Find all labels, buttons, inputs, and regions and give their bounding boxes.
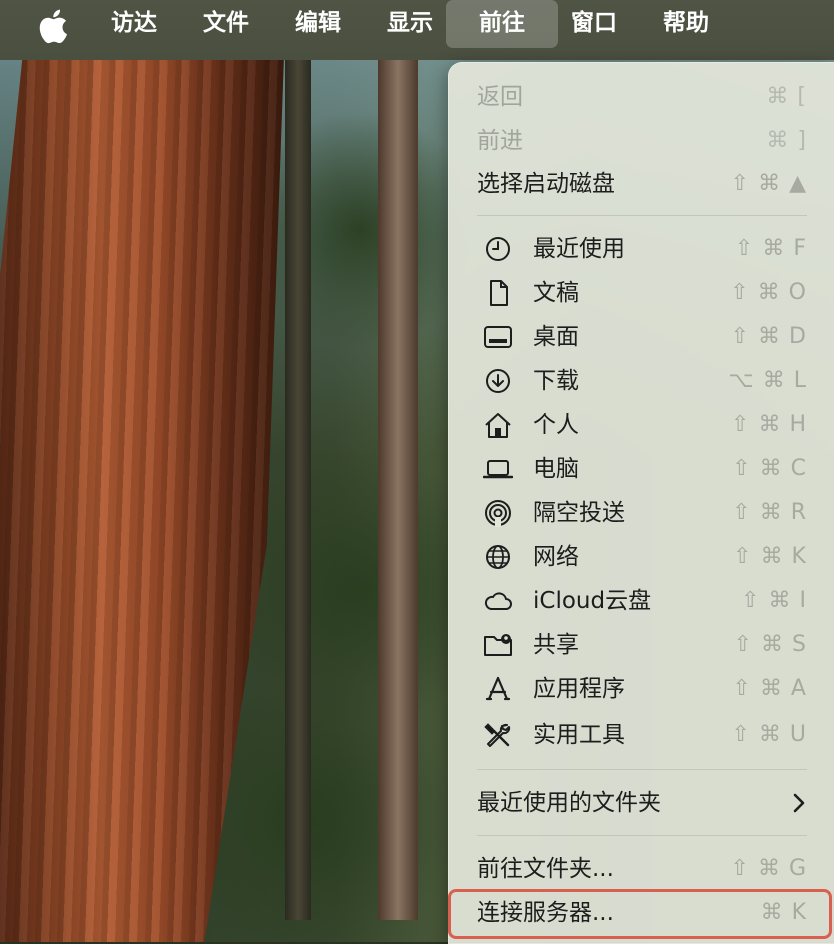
menu-item-applications[interactable]: 应用程序 ⇧ ⌘ A [449,667,834,711]
clock-icon [483,235,513,263]
menu-item-label: 最近使用的文件夹 [477,790,661,816]
menu-separator [477,835,807,836]
menu-file[interactable]: 文件 [200,0,252,48]
menu-item-label: 前往文件夹... [477,856,614,882]
menu-item-shortcut: ⇧ ⌘ H [731,412,807,437]
menu-item-go-to-folder[interactable]: 前往文件夹... ⇧ ⌘ G [449,847,834,891]
menu-item-shortcut: ⇧ ⌘ S [733,632,807,657]
menu-item-label: 前进 [477,128,523,154]
menu-item-shortcut: ⇧ ⌘ I [741,588,807,613]
menu-item-computer[interactable]: 电脑 ⇧ ⌘ C [449,447,834,491]
menu-item-recent-folders[interactable]: 最近使用的文件夹 [449,781,834,825]
applications-icon [483,675,513,703]
menu-edit[interactable]: 编辑 [292,0,344,48]
menu-item-shortcut: ⌥ ⌘ L [728,368,807,393]
desktop-icon [483,323,513,351]
menu-separator [477,215,807,216]
menu-item-select-startup-disk[interactable]: 选择启动磁盘 ⇧ ⌘ ▲ [449,162,834,206]
menu-item-shortcut: ⇧ ⌘ F [734,236,807,261]
apple-logo-icon[interactable] [38,6,72,46]
menu-item-label: 共享 [533,632,579,658]
chevron-right-icon [793,792,805,814]
menu-item-icloud-drive[interactable]: iCloud云盘 ⇧ ⌘ I [449,579,834,623]
airdrop-icon [483,499,513,527]
menu-item-shortcut: ⌘ ] [766,128,807,153]
menu-item-shortcut: ⇧ ⌘ R [732,500,807,525]
menu-item-shortcut: ⇧ ⌘ O [730,280,807,305]
menu-item-home[interactable]: 个人 ⇧ ⌘ H [449,403,834,447]
utilities-icon [483,721,513,749]
menu-item-label: 桌面 [533,324,579,350]
menu-bar: 访达 文件 编辑 显示 前往 窗口 帮助 [0,0,834,60]
menu-item-label: 应用程序 [533,676,625,702]
menu-finder[interactable]: 访达 [108,0,160,48]
menu-item-utilities[interactable]: 实用工具 ⇧ ⌘ U [449,713,834,757]
laptop-icon [482,455,514,483]
menu-item-documents[interactable]: 文稿 ⇧ ⌘ O [449,271,834,315]
menu-item-shortcut: ⌘ [ [766,84,807,109]
menu-item-airdrop[interactable]: 隔空投送 ⇧ ⌘ R [449,491,834,535]
menu-window[interactable]: 窗口 [568,0,620,48]
menu-item-recents[interactable]: 最近使用 ⇧ ⌘ F [449,227,834,271]
cloud-icon [483,587,513,615]
menu-item-forward[interactable]: 前进 ⌘ ] [449,119,834,163]
download-icon [483,367,513,395]
menu-item-label: 个人 [533,412,579,438]
menu-item-label: 网络 [533,544,579,570]
menu-item-label: 电脑 [533,456,579,482]
menu-item-shortcut: ⇧ ⌘ G [730,856,807,881]
menu-item-downloads[interactable]: 下载 ⌥ ⌘ L [449,359,834,403]
menu-item-label: iCloud云盘 [533,588,652,614]
menu-item-shortcut: ⇧ ⌘ C [732,456,807,481]
menu-item-shortcut: ⇧ ⌘ A [732,676,807,701]
home-icon [483,411,513,439]
menu-item-label: 文稿 [533,280,579,306]
menu-item-desktop[interactable]: 桌面 ⇧ ⌘ D [449,315,834,359]
shared-folder-icon [483,631,513,659]
menu-item-connect-to-server[interactable]: 连接服务器... ⌘ K [449,891,834,935]
document-icon [483,279,513,307]
menu-item-shortcut: ⇧ ⌘ K [733,544,807,569]
menu-item-label: 最近使用 [533,236,625,262]
menu-item-shared[interactable]: 共享 ⇧ ⌘ S [449,623,834,667]
menu-view[interactable]: 显示 [384,0,436,48]
menu-item-label: 下载 [533,368,579,394]
menu-separator [477,769,807,770]
menu-item-label: 连接服务器... [477,900,614,926]
globe-icon [483,543,513,571]
menu-item-label: 返回 [477,84,523,110]
menu-item-shortcut: ⇧ ⌘ D [730,324,807,349]
menu-item-shortcut: ⌘ K [760,900,807,925]
menu-item-label: 隔空投送 [533,500,625,526]
menu-help[interactable]: 帮助 [660,0,712,48]
menu-item-shortcut: ⇧ ⌘ ▲ [730,171,807,196]
menu-item-network[interactable]: 网络 ⇧ ⌘ K [449,535,834,579]
go-menu-dropdown: 返回 ⌘ [ 前进 ⌘ ] 选择启动磁盘 ⇧ ⌘ ▲ 最近使用 ⇧ ⌘ F 文稿… [448,62,834,944]
menu-item-label: 选择启动磁盘 [477,171,615,197]
menu-item-shortcut: ⇧ ⌘ U [731,722,807,747]
menu-go[interactable]: 前往 [446,0,558,48]
menu-item-back[interactable]: 返回 ⌘ [ [449,75,834,119]
menu-item-label: 实用工具 [533,722,625,748]
